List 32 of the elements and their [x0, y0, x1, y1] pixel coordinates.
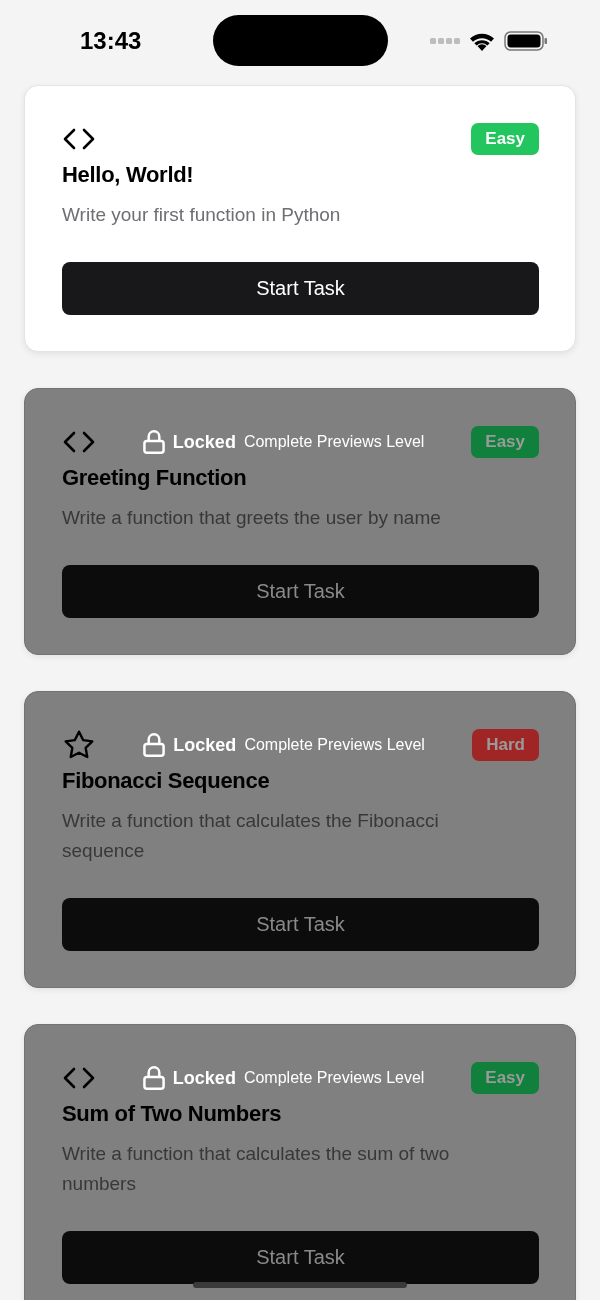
task-description: Write a function that calculates the sum of two numbers [62, 1142, 451, 1196]
lock-icon [142, 430, 165, 454]
locked-label: Locked [173, 734, 237, 756]
code-icon [62, 128, 96, 150]
signal-icon [430, 37, 460, 44]
locked-message: Complete Previews Level [244, 736, 425, 754]
difficulty-badge: Easy [471, 1062, 539, 1094]
locked-label: Locked [172, 1067, 236, 1089]
lock-icon [142, 1066, 165, 1090]
task-title: Greeting Function [62, 465, 248, 491]
difficulty-badge: Hard [472, 729, 539, 761]
lock-icon [143, 733, 166, 757]
start-task-button[interactable]: Start Task [62, 1231, 539, 1284]
task-title: Sum of Two Numbers [62, 1101, 283, 1127]
start-task-button[interactable]: Start Task [62, 262, 539, 315]
task-title: Hello, World! [62, 162, 195, 188]
status-time: 13:43 [80, 26, 143, 55]
locked-message: Complete Previews Level [243, 433, 425, 451]
code-icon [62, 1067, 96, 1089]
start-task-button[interactable]: Start Task [62, 898, 539, 951]
code-icon [62, 431, 96, 453]
task-description: Write a function that calculates the Fibonacci sequence [62, 809, 440, 863]
task-title: Fibonacci Sequence [62, 768, 271, 794]
star-icon [62, 729, 96, 761]
task-description: Write a function that greets the user by name [62, 506, 442, 530]
locked-label: Locked [172, 431, 236, 453]
locked-message: Complete Previews Level [243, 1069, 425, 1087]
difficulty-badge: Easy [471, 426, 539, 458]
task-description: Write your first function in Python [62, 203, 342, 227]
start-task-button[interactable]: Start Task [62, 565, 539, 618]
difficulty-badge: Easy [471, 123, 539, 155]
battery-icon [504, 30, 548, 51]
